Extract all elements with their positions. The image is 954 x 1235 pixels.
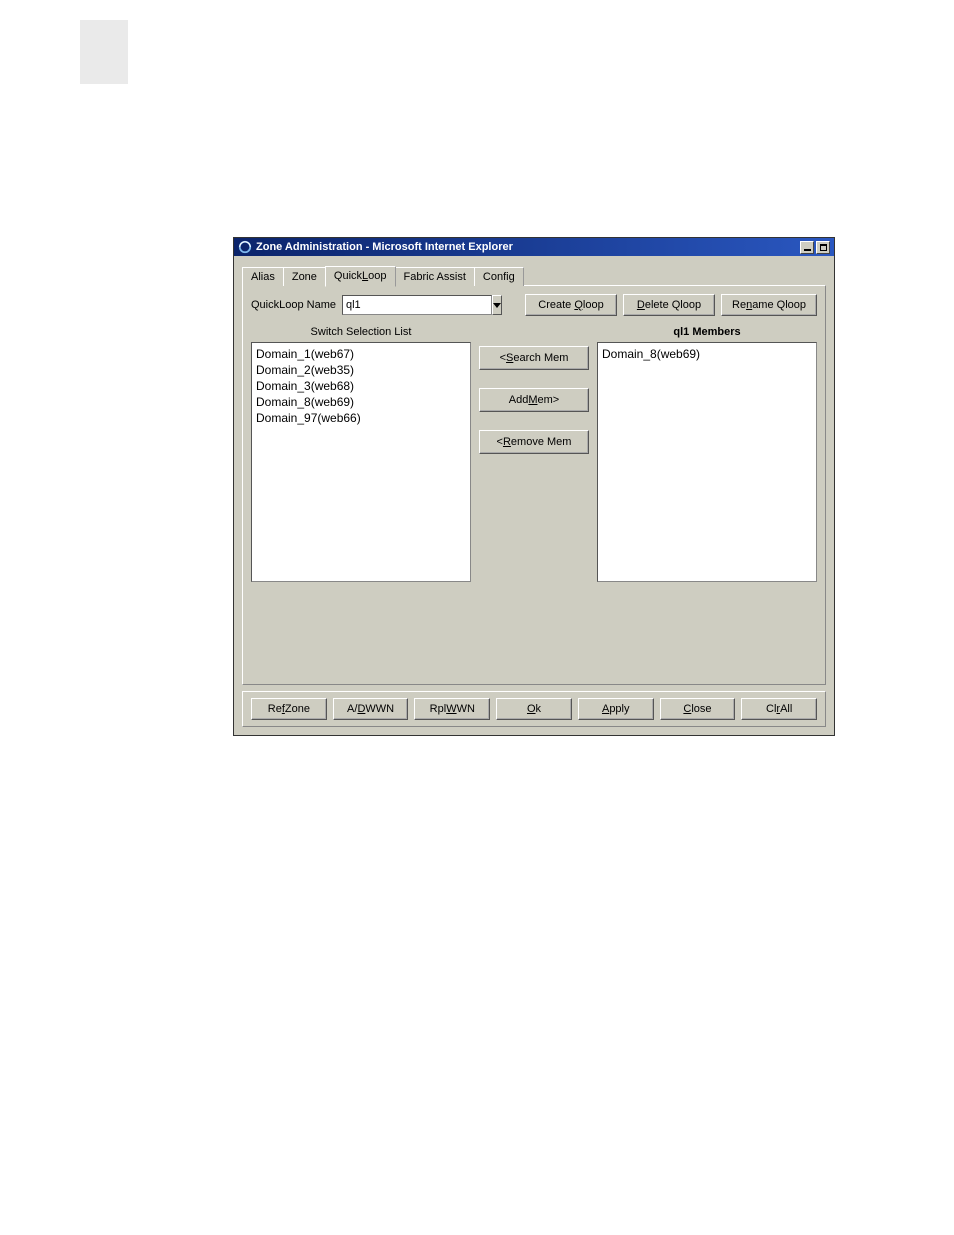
members-listbox[interactable]: Domain_8(web69) [597,342,817,582]
create-qloop-button[interactable]: Create Qloop [525,294,617,316]
maximize-button[interactable] [816,241,830,254]
close-button[interactable]: Close [660,698,736,720]
remove-mem-post: emove Mem [511,436,572,448]
window-title: Zone Administration - Microsoft Internet… [256,241,798,253]
list-item[interactable]: Domain_3(web68) [256,378,466,394]
chevron-down-icon [493,303,501,308]
ie-icon [238,240,252,254]
add-mem-u: M [528,394,537,406]
ref-zone-post: Zone [285,703,310,715]
add-mem-pre: Add [509,394,529,406]
rpl-wwn-pre: Rpl [430,703,447,715]
switch-selection-column: Switch Selection List Domain_1(web67)Dom… [251,326,471,582]
switch-selection-header: Switch Selection List [251,326,471,338]
tab-fabric-assist-label: Fabric Assist [404,271,466,283]
ok-button[interactable]: Ok [496,698,572,720]
tab-fabric-assist[interactable]: Fabric Assist [395,267,475,286]
tab-alias-label: Alias [251,271,275,283]
tab-quickloop-label-pre: Quick [334,270,362,282]
list-item[interactable]: Domain_2(web35) [256,362,466,378]
remove-mem-u: R [503,436,511,448]
tab-config[interactable]: Config [474,267,524,286]
list-item[interactable]: Domain_8(web69) [602,346,812,362]
list-item[interactable]: Domain_97(web66) [256,410,466,426]
tab-strip: Alias Zone QuickLoop Fabric Assist Confi… [242,264,826,286]
clr-all-pre: Cl [766,703,776,715]
tab-quickloop[interactable]: QuickLoop [325,266,396,287]
clr-all-button[interactable]: Clr All [741,698,817,720]
titlebar: Zone Administration - Microsoft Internet… [234,238,834,256]
tab-quickloop-label-post: oop [368,270,386,282]
close-post: lose [691,703,711,715]
create-qloop-label-pre: Create [538,299,574,311]
tab-zone-label: Zone [292,271,317,283]
switch-selection-listbox[interactable]: Domain_1(web67)Domain_2(web35)Domain_3(w… [251,342,471,582]
search-mem-button[interactable]: <Search Mem [479,346,589,370]
rpl-wwn-post: WN [457,703,475,715]
remove-mem-button[interactable]: <Remove Mem [479,430,589,454]
close-u: C [683,703,691,715]
quickloop-name-input[interactable] [342,295,492,315]
members-column: ql1 Members Domain_8(web69) [597,326,817,582]
list-item[interactable]: Domain_1(web67) [256,346,466,362]
minimize-button[interactable] [800,241,814,254]
search-mem-u: S [506,352,513,364]
quickloop-name-label: QuickLoop Name [251,299,336,311]
maximize-icon [820,244,827,251]
tab-config-label: Config [483,271,515,283]
quickloop-panel: QuickLoop Name Create Qloop Delete Qloop… [242,285,826,685]
tab-zone[interactable]: Zone [283,267,326,286]
delete-qloop-label-post: elete Qloop [645,299,701,311]
list-item[interactable]: Domain_8(web69) [256,394,466,410]
quickloop-name-dropdown-button[interactable] [492,295,502,315]
rpl-wwn-button[interactable]: Rpl WWN [414,698,490,720]
ad-wwn-button[interactable]: A/D WWN [333,698,409,720]
apply-u: A [602,703,609,715]
add-mem-button[interactable]: Add Mem> [479,388,589,412]
clr-all-post: All [780,703,792,715]
bottom-button-bar: Ref Zone A/D WWN Rpl WWN Ok Apply Close … [242,691,826,727]
add-mem-post: em> [538,394,560,406]
ok-post: k [536,703,542,715]
ref-zone-button[interactable]: Ref Zone [251,698,327,720]
minimize-icon [804,249,811,251]
delete-qloop-label-u: D [637,299,645,311]
name-row: QuickLoop Name Create Qloop Delete Qloop… [251,294,817,316]
tab-alias[interactable]: Alias [242,267,284,286]
rename-qloop-label-pre: Re [732,299,746,311]
rename-qloop-label-post: ame Qloop [752,299,806,311]
search-mem-post: earch Mem [513,352,568,364]
transfer-buttons-column: <Search Mem Add Mem> <Remove Mem [479,326,589,582]
ad-wwn-pre: A/ [347,703,357,715]
create-qloop-label-u: Q [574,299,583,311]
rename-qloop-button[interactable]: Rename Qloop [721,294,817,316]
zone-admin-window: Zone Administration - Microsoft Internet… [233,237,835,736]
create-qloop-label-post: loop [583,299,604,311]
members-header: ql1 Members [597,326,817,338]
ad-wwn-post: WWN [365,703,394,715]
page-margin-block [80,20,128,84]
lists-row: Switch Selection List Domain_1(web67)Dom… [251,326,817,582]
ok-u: O [527,703,536,715]
quickloop-name-combo [342,295,462,315]
ref-zone-pre: Re [268,703,282,715]
rpl-wwn-u: W [446,703,456,715]
ad-wwn-u: D [357,703,365,715]
apply-post: pply [609,703,629,715]
delete-qloop-button[interactable]: Delete Qloop [623,294,715,316]
apply-button[interactable]: Apply [578,698,654,720]
app-body: Alias Zone QuickLoop Fabric Assist Confi… [234,256,834,735]
